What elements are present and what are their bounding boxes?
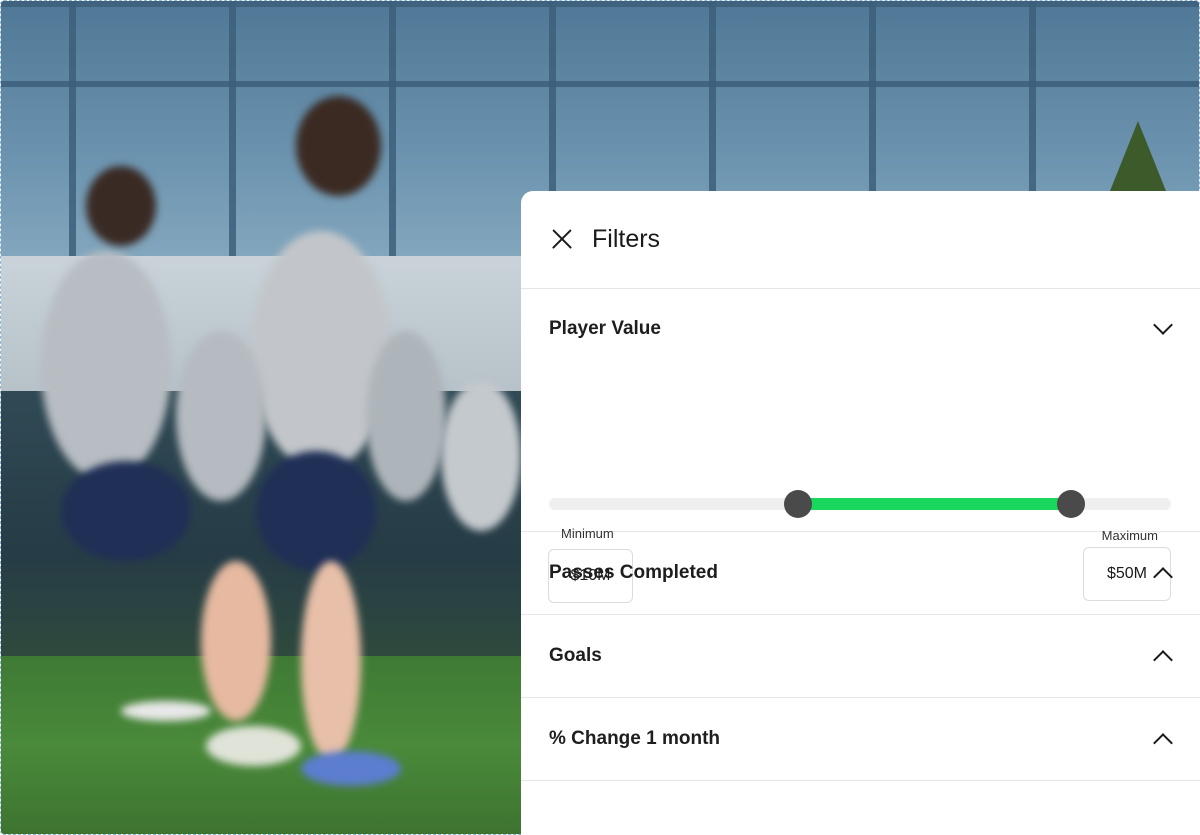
change-1-month-section: % Change 1 month bbox=[521, 698, 1200, 781]
slider-selected-range bbox=[797, 498, 1072, 510]
chevron-up-icon bbox=[1153, 650, 1173, 670]
player-value-slider[interactable] bbox=[549, 490, 1171, 518]
goals-section: Goals bbox=[521, 615, 1200, 698]
panel-title: Filters bbox=[592, 225, 661, 253]
slider-max-handle[interactable] bbox=[1057, 490, 1086, 518]
change-1-month-toggle[interactable]: % Change 1 month bbox=[521, 698, 1200, 780]
slider-min-handle[interactable] bbox=[783, 490, 812, 518]
section-label: Passes Completed bbox=[549, 562, 718, 583]
chevron-down-icon bbox=[1153, 315, 1173, 335]
section-label: Player Value bbox=[549, 318, 661, 339]
passes-completed-section: Passes Completed bbox=[521, 532, 1200, 615]
chevron-up-icon bbox=[1153, 567, 1173, 587]
close-icon[interactable] bbox=[548, 226, 576, 254]
filters-panel: Filters Player Value Minimum Maximum $10… bbox=[521, 191, 1200, 835]
filters-header: Filters bbox=[521, 191, 1200, 289]
player-value-section: Player Value Minimum Maximum $10M $50M bbox=[521, 289, 1200, 603]
player-value-toggle[interactable]: Player Value bbox=[521, 289, 1200, 369]
section-label: Goals bbox=[549, 645, 602, 666]
chevron-up-icon bbox=[1153, 733, 1173, 753]
passes-completed-toggle[interactable]: Passes Completed bbox=[521, 532, 1200, 614]
goals-toggle[interactable]: Goals bbox=[521, 615, 1200, 697]
section-label: % Change 1 month bbox=[549, 728, 721, 749]
